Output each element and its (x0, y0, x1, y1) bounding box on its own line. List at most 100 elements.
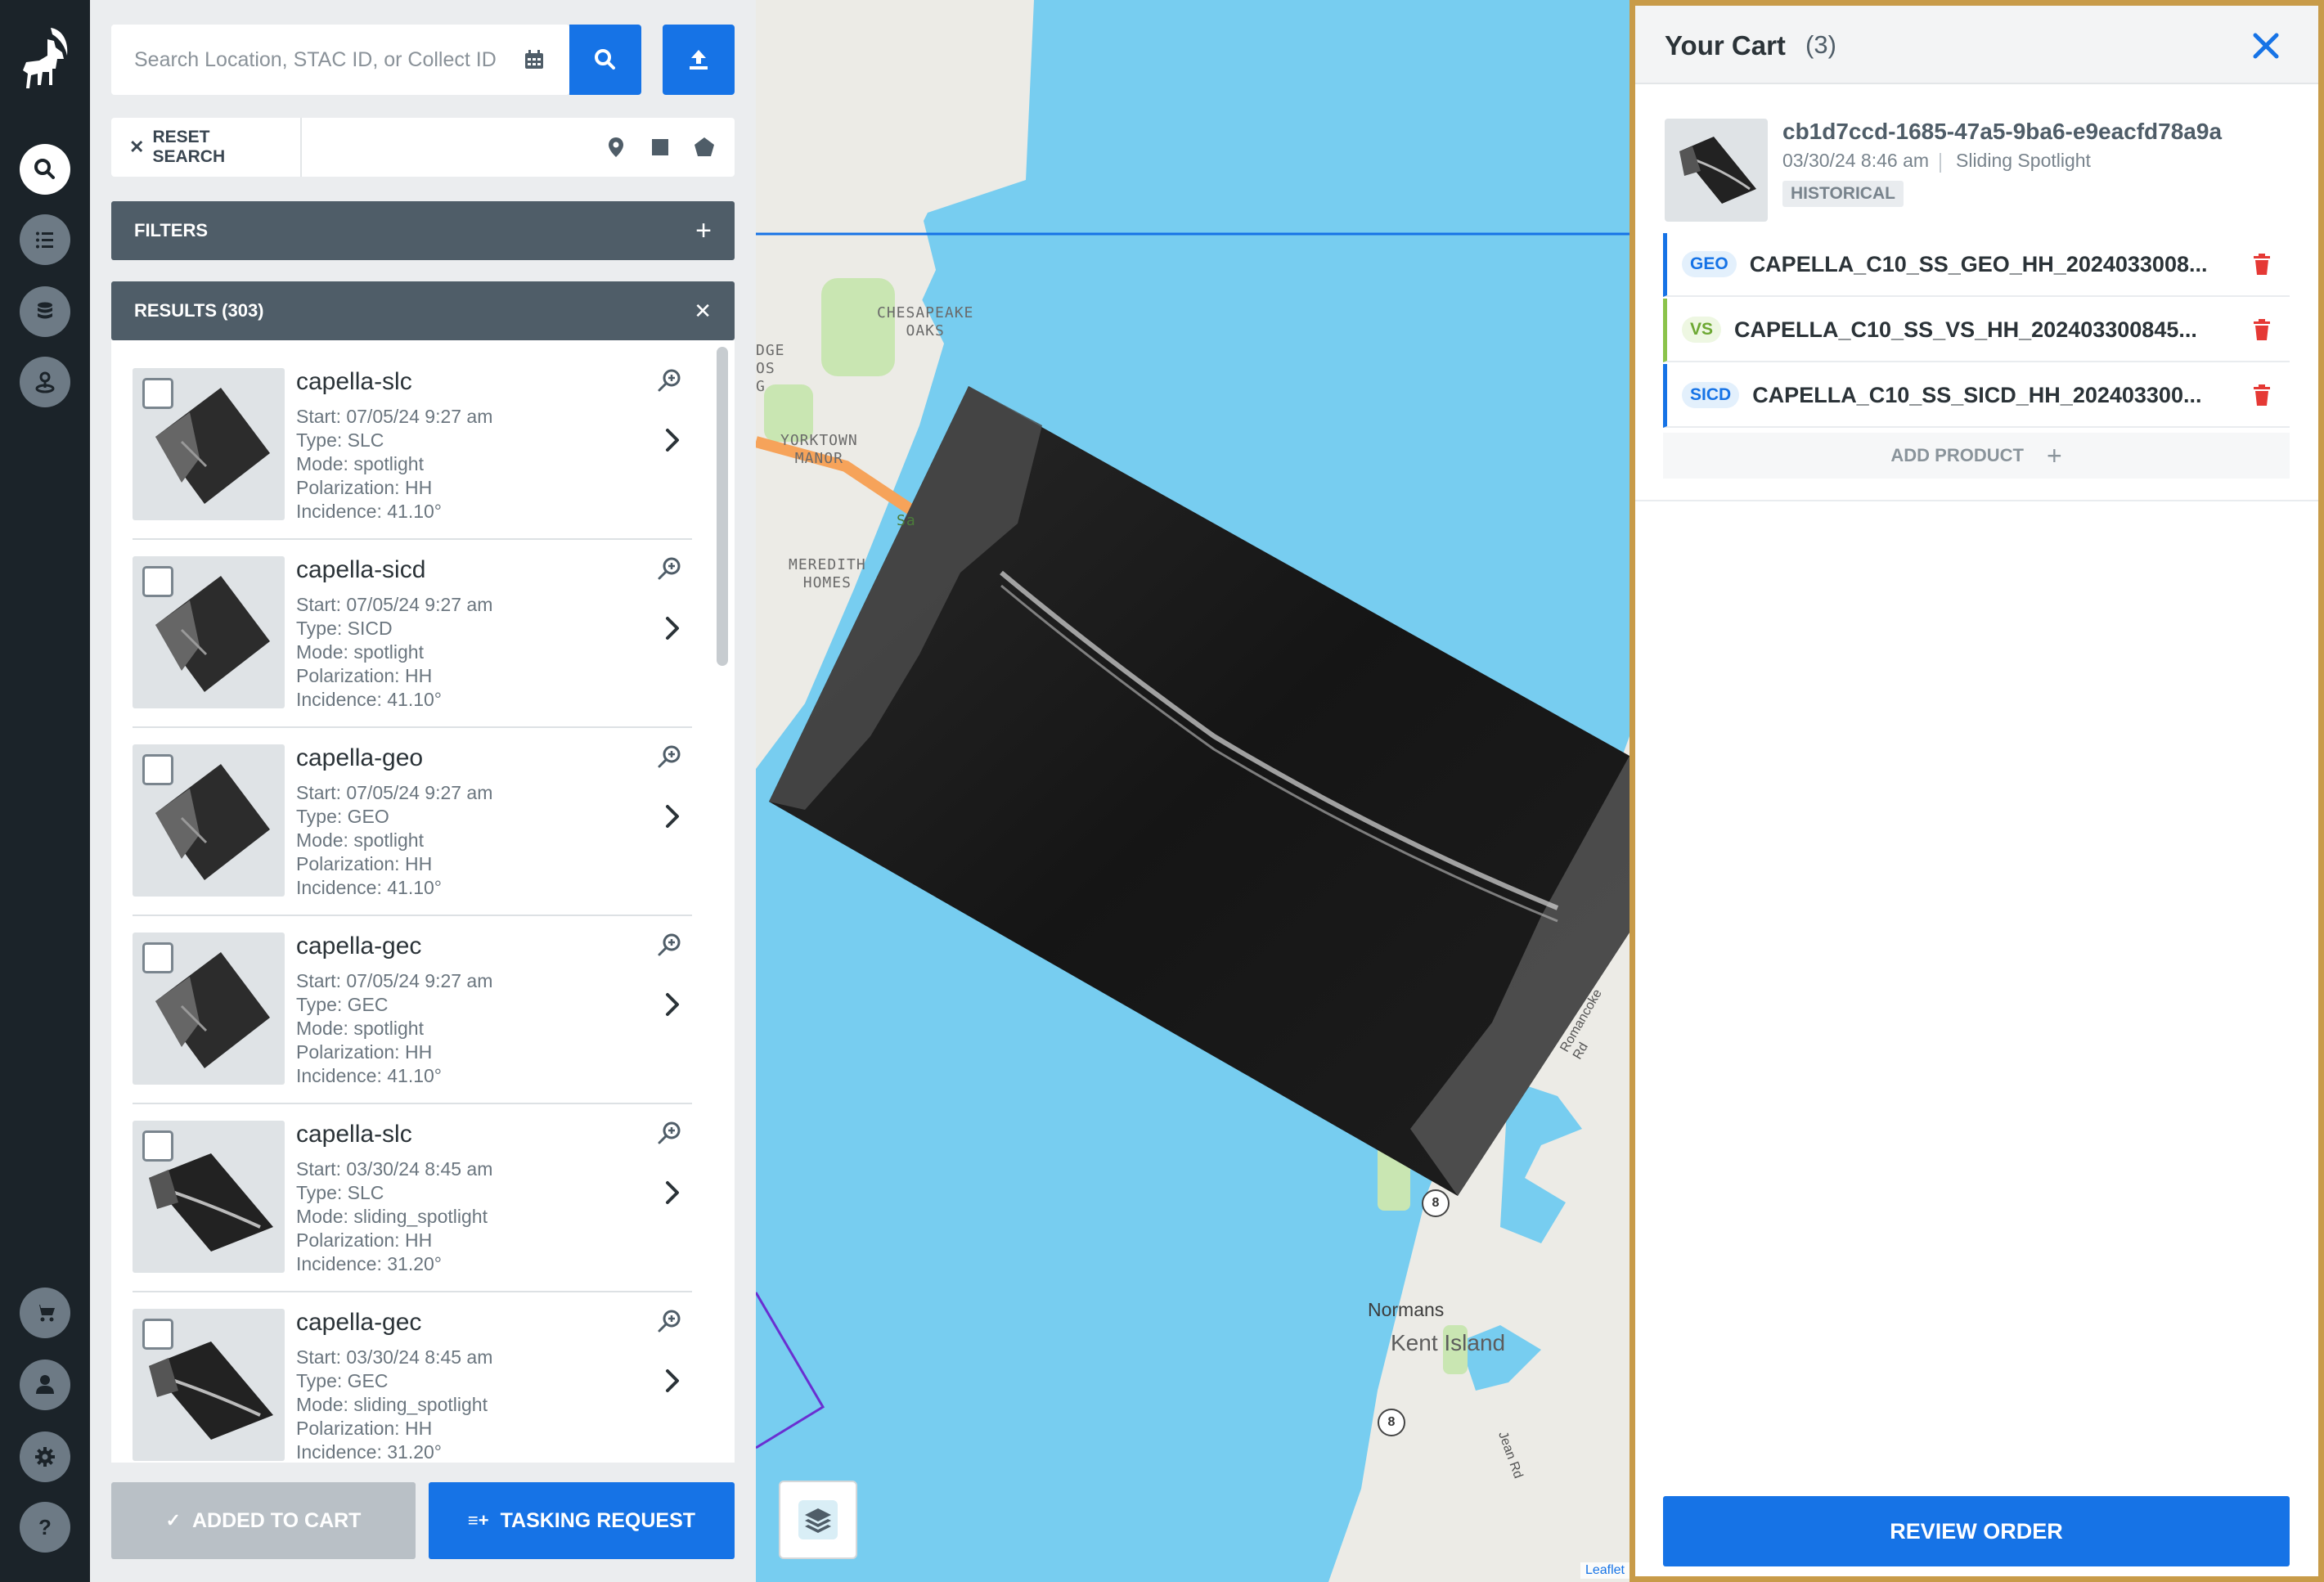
result-checkbox[interactable] (142, 942, 173, 973)
map-label-normans: Normans (1368, 1299, 1445, 1320)
nav-settings-button[interactable] (20, 1431, 70, 1482)
result-title: capella-gec (296, 933, 422, 960)
nav-cart-button[interactable] (20, 1288, 70, 1338)
cart-product-row[interactable]: VS CAPELLA_C10_SS_VS_HH_202403300845... (1663, 299, 2290, 362)
trash-icon[interactable] (2252, 318, 2272, 341)
product-name: CAPELLA_C10_SS_SICD_HH_202403300... (1752, 382, 2202, 407)
nav-profile-button[interactable] (20, 1360, 70, 1410)
nav-help-button[interactable]: ? (20, 1502, 70, 1553)
result-type: Type: SLC (296, 429, 384, 451)
search-button[interactable] (569, 25, 641, 95)
search-tools-row: ✕ RESET SEARCH (111, 118, 735, 177)
result-polarization: Polarization: HH (296, 665, 433, 686)
close-results-icon[interactable]: ✕ (694, 299, 712, 324)
result-checkbox[interactable] (142, 1319, 173, 1350)
chevron-right-icon[interactable] (663, 1176, 684, 1209)
map-label-kent-island: Kent Island (1391, 1330, 1506, 1355)
result-polarization: Polarization: HH (296, 1229, 433, 1251)
plus-icon: + (2046, 440, 2062, 470)
calendar-icon[interactable] (522, 47, 546, 72)
nav-location-button[interactable] (20, 357, 70, 407)
filters-header[interactable]: FILTERS + (111, 201, 735, 260)
review-order-button[interactable]: REVIEW ORDER (1663, 1496, 2290, 1566)
results-scrollbar[interactable] (717, 347, 728, 666)
added-to-cart-button[interactable]: ✓ ADDED TO CART (111, 1482, 416, 1559)
zoom-in-icon[interactable] (656, 1307, 684, 1335)
result-checkbox[interactable] (142, 378, 173, 409)
chevron-right-icon[interactable] (663, 1364, 684, 1397)
layers-button[interactable] (779, 1481, 857, 1559)
search-input[interactable]: Search Location, STAC ID, or Collect ID (111, 25, 569, 95)
product-type-badge: SICD (1682, 382, 1740, 408)
cart-item-id[interactable]: cb1d7ccd-1685-47a5-9ba6-e9eacfd78a9a (1782, 119, 2222, 145)
result-checkbox[interactable] (142, 754, 173, 785)
zoom-in-icon[interactable] (656, 366, 684, 394)
cart-product-row[interactable]: SICD CAPELLA_C10_SS_SICD_HH_202403300... (1663, 364, 2290, 428)
map-label-partial: DGE OS G (756, 342, 785, 395)
result-mode: Mode: spotlight (296, 829, 424, 851)
divider (1940, 153, 1941, 173)
result-polarization: Polarization: HH (296, 477, 433, 498)
tasking-request-button[interactable]: ≡+ TASKING REQUEST (429, 1482, 735, 1559)
cart-product-row[interactable]: GEO CAPELLA_C10_SS_GEO_HH_2024033008... (1663, 233, 2290, 297)
chevron-right-icon[interactable] (663, 424, 684, 456)
pin-icon (35, 371, 55, 393)
polygon-draw-icon[interactable] (692, 135, 717, 160)
help-icon: ? (38, 1515, 52, 1539)
map-view[interactable]: CHESAPEAKE OAKS YORKTOWN MANOR MEREDITH … (756, 0, 1629, 1582)
svg-text:?: ? (38, 1515, 52, 1539)
result-title: capella-sicd (296, 556, 426, 583)
result-card[interactable]: capella-slc Start: 03/30/24 8:45 am Type: … (133, 1104, 692, 1292)
result-incidence: Incidence: 41.10° (296, 689, 442, 710)
zoom-in-icon[interactable] (656, 931, 684, 959)
result-type: Type: GEC (296, 994, 389, 1015)
result-incidence: Incidence: 31.20° (296, 1253, 442, 1274)
trash-icon[interactable] (2252, 384, 2272, 407)
result-card[interactable]: capella-gec Start: 07/05/24 9:27 am Type: … (133, 916, 692, 1104)
close-icon[interactable] (2250, 30, 2281, 61)
cart-item-thumbnail (1665, 119, 1768, 222)
cart-header: Your Cart (3) (1635, 6, 2318, 84)
cart-panel: Your Cart (3) cb1d7ccd-1685-47a5-9ba6-e9… (1629, 0, 2324, 1582)
reset-search-button[interactable]: ✕ RESET SEARCH (111, 118, 302, 177)
sar-thumbnail-image (1679, 137, 1756, 204)
result-mode: Mode: spotlight (296, 453, 424, 474)
nav-database-button[interactable] (20, 286, 70, 337)
results-header: RESULTS (303) ✕ (111, 281, 735, 340)
nav-rail: ? (0, 0, 90, 1582)
result-incidence: Incidence: 41.10° (296, 1065, 442, 1086)
upload-icon (690, 50, 708, 70)
chevron-right-icon[interactable] (663, 800, 684, 833)
route-8-marker: 8 (1422, 1189, 1450, 1217)
result-checkbox[interactable] (142, 566, 173, 597)
map-pin-icon[interactable] (604, 135, 628, 160)
nav-search-button[interactable] (20, 144, 70, 195)
square-draw-icon[interactable] (648, 135, 672, 160)
result-type: Type: SICD (296, 618, 393, 639)
zoom-in-icon[interactable] (656, 555, 684, 582)
result-card[interactable]: capella-sicd Start: 07/05/24 9:27 am Type:… (133, 540, 692, 728)
product-name: CAPELLA_C10_SS_VS_HH_202403300845... (1734, 317, 2197, 342)
result-checkbox[interactable] (142, 1130, 173, 1162)
leaflet-attribution[interactable]: Leaflet (1580, 1562, 1629, 1579)
result-type: Type: SLC (296, 1182, 384, 1203)
draw-tools (604, 135, 735, 160)
chevron-right-icon[interactable] (663, 612, 684, 645)
result-card[interactable]: capella-slc Start: 07/05/24 9:27 am Type: … (133, 352, 692, 540)
chevron-right-icon[interactable] (663, 988, 684, 1021)
result-card[interactable]: capella-geo Start: 07/05/24 9:27 am Type: … (133, 728, 692, 916)
product-type-badge: GEO (1682, 251, 1737, 277)
result-card[interactable]: capella-gec Start: 03/30/24 8:45 am Type: … (133, 1292, 692, 1463)
results-list[interactable]: capella-slc Start: 07/05/24 9:27 am Type: … (111, 340, 735, 1463)
added-to-cart-label: ADDED TO CART (191, 1508, 362, 1532)
nav-tasks-button[interactable] (20, 214, 70, 265)
search-panel: Search Location, STAC ID, or Collect ID … (90, 0, 756, 1582)
list-add-icon: ≡+ (467, 1510, 489, 1530)
product-name: CAPELLA_C10_SS_GEO_HH_2024033008... (1749, 251, 2208, 276)
upload-button[interactable] (663, 25, 735, 95)
zoom-in-icon[interactable] (656, 743, 684, 771)
result-title: capella-gec (296, 1309, 422, 1336)
zoom-in-icon[interactable] (656, 1119, 684, 1147)
add-product-button[interactable]: ADD PRODUCT + (1663, 433, 2290, 479)
trash-icon[interactable] (2252, 253, 2272, 276)
